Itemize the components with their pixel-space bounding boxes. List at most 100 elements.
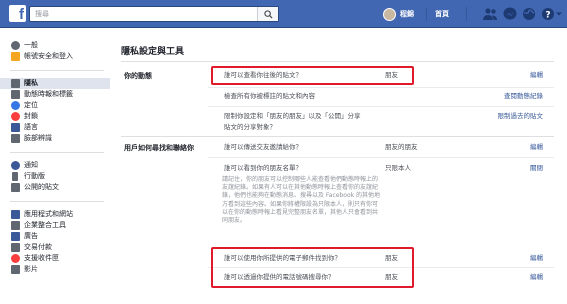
gear-icon: [11, 41, 20, 50]
face-icon: [11, 134, 20, 143]
sidebar-item-privacy[interactable]: 隱私: [0, 78, 110, 89]
setting-question: 檢查所有你被標註的貼文和內容: [224, 92, 315, 100]
sidebar-item-label: 支援收件匣: [24, 254, 59, 262]
sidebar-item-label: 帳號安全和登入: [24, 52, 73, 60]
divider: [10, 201, 104, 202]
section-your-activity-label: 你的動態: [124, 72, 152, 80]
sidebar-item-timeline[interactable]: 動態時報和標籤: [0, 89, 110, 100]
rss-icon: [11, 183, 20, 192]
sidebar-item-label: 隱私: [24, 79, 38, 87]
sidebar-item-apps[interactable]: 應用程式和網站: [0, 209, 110, 220]
divider: [10, 70, 104, 71]
divider: [208, 157, 554, 158]
activity-log-link[interactable]: 查閱動態紀錄: [504, 91, 543, 102]
shield-icon: [11, 52, 20, 61]
highlight-box: [211, 66, 414, 85]
sidebar-item-public-posts[interactable]: 公開的貼文: [0, 182, 110, 193]
section-how-people-find-you-label: 用戶如何尋找和聯絡你: [124, 144, 194, 152]
sidebar-item-label: 動態時報和標籤: [24, 90, 73, 98]
sidebar-item-label: 定位: [24, 101, 38, 109]
business-icon: [11, 221, 20, 230]
setting-row-friend-requests[interactable]: 誰可以傳送交友邀請給你？ 朋友的朋友 編輯: [213, 142, 555, 154]
lock-icon: [11, 79, 20, 88]
payment-icon: [11, 243, 20, 252]
page-title: 隱私設定與工具: [121, 47, 185, 57]
search-icon: [264, 10, 273, 19]
avatar: [383, 8, 396, 21]
sidebar-item-face-recognition[interactable]: 臉部辨識: [0, 133, 110, 144]
edit-link[interactable]: 編輯: [530, 70, 543, 81]
sidebar-item-label: 臉部辨識: [24, 134, 52, 142]
divider: [10, 152, 104, 153]
sidebar-item-mobile[interactable]: 行動版: [0, 171, 110, 182]
sidebar-item-notifications[interactable]: 通知: [0, 160, 110, 171]
sidebar-item-support-inbox[interactable]: 支援收件匣: [0, 253, 110, 264]
sidebar-item-label: 應用程式和網站: [24, 210, 73, 218]
sidebar-item-payments[interactable]: 交易付款: [0, 242, 110, 253]
sidebar-item-ads[interactable]: 廣告: [0, 231, 110, 242]
sidebar-item-blocking[interactable]: 封鎖: [0, 111, 110, 122]
svg-text:?: ?: [545, 11, 550, 21]
mobile-icon: [12, 172, 18, 181]
home-link[interactable]: 首頁: [426, 8, 449, 21]
friends-icon[interactable]: [482, 7, 498, 21]
search-input[interactable]: [30, 7, 258, 21]
sidebar-item-label: 交易付款: [24, 243, 52, 251]
sidebar-item-label: 語言: [24, 123, 38, 131]
globe-icon: [11, 161, 20, 170]
sidebar-item-label: 一般: [24, 41, 38, 49]
location-icon: [11, 101, 20, 110]
sidebar-item-label: 通知: [24, 161, 38, 169]
edit-link[interactable]: 編輯: [530, 272, 543, 283]
search-button[interactable]: [257, 7, 278, 21]
setting-row-limit-past-posts[interactable]: 限制你設定和「朋友的朋友」以及「公開」分享 貼文的分享對象？ 限制過去的貼文: [213, 111, 555, 133]
sidebar-item-label: 封鎖: [24, 112, 38, 120]
search-box: [29, 6, 279, 22]
sidebar-item-label: 公開的貼文: [24, 183, 59, 191]
video-icon: [11, 265, 20, 274]
globe-icon[interactable]: [521, 7, 537, 21]
facebook-logo[interactable]: f: [9, 5, 26, 22]
language-icon: [11, 123, 20, 132]
setting-row-friend-list[interactable]: 誰可以看到你的朋友名單？ 只限本人 關閉: [213, 163, 555, 175]
sidebar-item-label: 企業整合工具: [24, 221, 66, 229]
sidebar-group-privacy: 隱私 動態時報和標籤 定位 封鎖 語言 臉部辨識: [0, 78, 110, 144]
setting-question: 誰可以看到你的朋友名單？: [224, 164, 302, 172]
setting-value: 朋友的朋友: [385, 143, 418, 151]
sidebar-group-general: 一般 帳號安全和登入: [0, 40, 110, 62]
limit-past-posts-link[interactable]: 限制過去的貼文: [498, 111, 544, 122]
sidebar-item-general[interactable]: 一般: [0, 40, 110, 51]
apps-icon: [11, 210, 20, 219]
profile-link[interactable]: 程錦: [383, 8, 414, 21]
edit-link[interactable]: 編輯: [530, 142, 543, 153]
ads-icon: [11, 232, 20, 241]
setting-question: 誰可以傳送交友邀請給你？: [224, 143, 302, 151]
divider: [121, 61, 554, 62]
support-icon: [11, 254, 20, 263]
messenger-icon[interactable]: [502, 7, 518, 21]
setting-row-review-tags[interactable]: 檢查所有你被標註的貼文和內容 查閱動態紀錄: [213, 91, 555, 103]
sidebar-item-label: 行動版: [24, 172, 45, 180]
timeline-icon: [11, 90, 20, 99]
settings-sidebar: 一般 帳號安全和登入 隱私 動態時報和標籤 定位 封鎖 語言 臉部辨識 通知 行…: [0, 40, 110, 283]
sidebar-item-business-integrations[interactable]: 企業整合工具: [0, 220, 110, 231]
sidebar-item-location[interactable]: 定位: [0, 100, 110, 111]
sidebar-item-label: 廣告: [24, 232, 38, 240]
sidebar-item-videos[interactable]: 影片: [0, 264, 110, 275]
close-link[interactable]: 關閉: [530, 163, 543, 174]
block-icon: [11, 112, 20, 121]
divider: [208, 87, 554, 88]
dropdown-icon[interactable]: [554, 7, 564, 21]
sidebar-item-language[interactable]: 語言: [0, 122, 110, 133]
sidebar-group-apps: 應用程式和網站 企業整合工具 廣告 交易付款 支援收件匣 影片: [0, 209, 110, 275]
setting-question: 限制你設定和「朋友的朋友」以及「公開」分享 貼文的分享對象？: [224, 112, 361, 131]
sidebar-item-security[interactable]: 帳號安全和登入: [0, 51, 110, 62]
divider: [466, 7, 467, 21]
top-bar: f 程錦 首頁 ?: [0, 0, 567, 28]
edit-link[interactable]: 編輯: [530, 253, 543, 264]
profile-name: 程錦: [400, 10, 414, 18]
divider: [208, 106, 554, 107]
setting-value: 只限本人: [385, 164, 411, 172]
highlight-box: [211, 247, 414, 288]
sidebar-item-label: 影片: [24, 265, 38, 273]
